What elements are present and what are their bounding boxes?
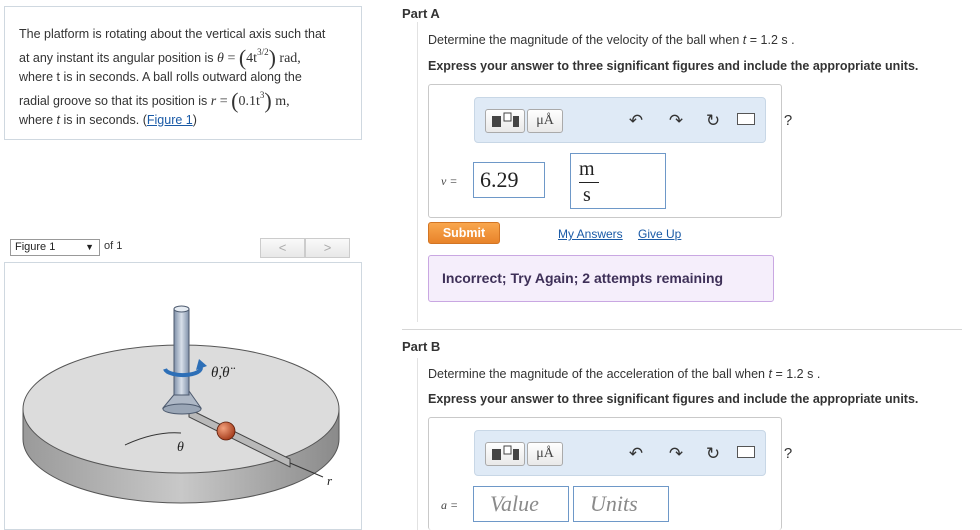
- problem-line-5: where t is in seconds. (Figure 1): [19, 113, 197, 127]
- part-a-question: Determine the magnitude of the velocity …: [428, 33, 795, 47]
- part-b-title: Part B: [402, 339, 441, 354]
- r-equation: r = (0.1t3) m,: [210, 88, 290, 113]
- units-button[interactable]: μÅ: [527, 109, 563, 133]
- reset-icon[interactable]: ↻: [702, 442, 724, 466]
- velocity-value-input[interactable]: 6.29: [473, 162, 545, 198]
- vertical-shaft: [173, 308, 190, 396]
- part-b-question: Determine the magnitude of the accelerat…: [428, 367, 821, 381]
- templates-icon: [492, 445, 519, 460]
- part-a-title: Part A: [402, 6, 440, 21]
- figure-1-link[interactable]: Figure 1: [147, 113, 193, 127]
- theta-label: θ: [177, 440, 184, 455]
- templates-button[interactable]: [485, 442, 525, 466]
- feedback-message: Incorrect; Try Again; 2 attempts remaini…: [428, 255, 774, 302]
- units-button[interactable]: μÅ: [527, 442, 563, 466]
- rotating-platform-illustration: θ r θ̇,θ̈: [22, 305, 340, 504]
- keyboard-icon[interactable]: [737, 446, 755, 458]
- acceleration-label: a =: [441, 498, 459, 512]
- problem-line-2: at any instant its angular position is θ…: [19, 45, 301, 70]
- problem-line-3: where t is in seconds. A ball rolls outw…: [19, 70, 302, 84]
- part-b-answer-panel: μÅ ↶ ↷ ↻ ? a = Value Units: [428, 417, 792, 530]
- part-a-toolbar: μÅ ↶ ↷ ↻ ?: [474, 97, 792, 143]
- next-figure-button[interactable]: >: [305, 238, 350, 258]
- undo-icon[interactable]: ↶: [625, 442, 647, 466]
- ball: [216, 421, 236, 441]
- keyboard-icon[interactable]: [737, 113, 755, 125]
- part-a-instruction: Express your answer to three significant…: [428, 59, 919, 73]
- velocity-units-input[interactable]: m s: [570, 153, 666, 209]
- figure-pager: < >: [260, 238, 350, 258]
- submit-button[interactable]: Submit: [428, 222, 500, 244]
- r-label: r: [327, 473, 333, 488]
- help-button[interactable]: ?: [777, 442, 799, 466]
- acceleration-units-input[interactable]: Units: [573, 486, 669, 522]
- unit-fraction-bar: [579, 182, 599, 183]
- part-b-toolbar: μÅ ↶ ↷ ↻ ?: [474, 430, 792, 476]
- figure-select[interactable]: Figure 1 ▼: [10, 239, 100, 256]
- part-divider: [417, 22, 418, 322]
- problem-line-1: The platform is rotating about the verti…: [19, 27, 326, 41]
- previous-figure-button[interactable]: <: [260, 238, 305, 258]
- part-divider: [417, 358, 418, 530]
- redo-icon[interactable]: ↷: [665, 442, 687, 466]
- part-b-instruction: Express your answer to three significant…: [428, 392, 919, 406]
- reset-icon[interactable]: ↻: [702, 109, 724, 133]
- redo-icon[interactable]: ↷: [665, 109, 687, 133]
- figure-panel: θ r θ̇,θ̈: [4, 262, 362, 530]
- templates-icon: [492, 112, 519, 127]
- problem-statement: The platform is rotating about the verti…: [4, 6, 362, 140]
- velocity-label: v =: [441, 174, 458, 188]
- dropdown-arrow-icon: ▼: [85, 242, 94, 252]
- templates-button[interactable]: [485, 109, 525, 133]
- part-a-answer-panel: μÅ ↶ ↷ ↻ ? v = 6.29 m s: [428, 84, 792, 218]
- theta-equation: θ = (4t3/2) rad,: [217, 45, 301, 70]
- acceleration-value-input[interactable]: Value: [473, 486, 569, 522]
- help-button[interactable]: ?: [777, 109, 799, 133]
- figure-navigation: Figure 1 ▼ of 1 < >: [10, 238, 362, 258]
- give-up-link[interactable]: Give Up: [638, 227, 681, 241]
- unit-denominator: s: [583, 184, 591, 206]
- unit-numerator: m: [579, 158, 595, 180]
- figure-count: of 1: [104, 240, 123, 252]
- my-answers-link[interactable]: My Answers: [558, 227, 623, 241]
- problem-line-4: radial groove so that its position is r …: [19, 88, 290, 113]
- section-divider: [402, 329, 962, 330]
- undo-icon[interactable]: ↶: [625, 109, 647, 133]
